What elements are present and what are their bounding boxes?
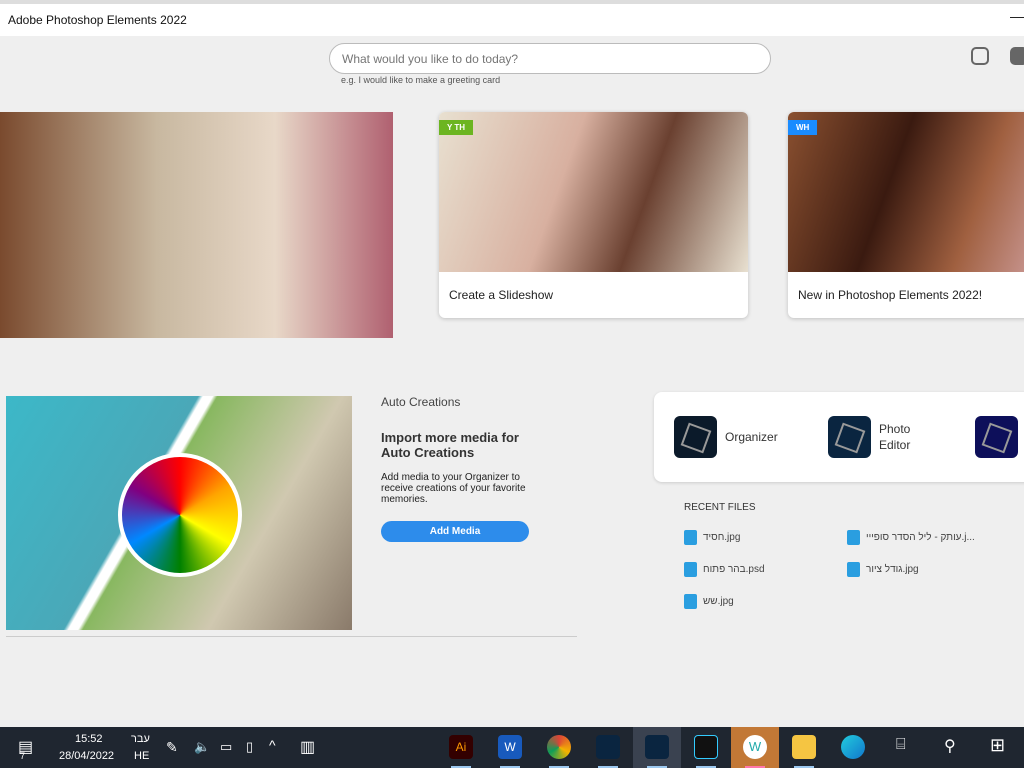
clock-time[interactable]: 15:52 (75, 733, 103, 745)
chevron-up-icon[interactable]: ^ (269, 737, 276, 753)
facebook-icon[interactable] (1010, 47, 1024, 65)
recent-file[interactable]: חסיד.jpg (684, 530, 740, 545)
slideshow-card[interactable]: Y TH Create a Slideshow (439, 112, 748, 318)
webex-icon[interactable] (694, 735, 718, 759)
add-media-button[interactable]: Add Media (381, 521, 529, 542)
task-view-icon[interactable]: ⌸ (896, 736, 906, 754)
chrome-icon[interactable] (547, 735, 571, 759)
recent-file[interactable]: שש.jpg (684, 594, 734, 609)
wix-icon[interactable]: W (743, 735, 767, 759)
organizer-taskbar-icon[interactable] (596, 735, 620, 759)
card-caption: New in Photoshop Elements 2022! (798, 288, 983, 302)
card-badge: WH (788, 120, 818, 135)
auto-heading: Import more media for Auto Creations (381, 430, 519, 460)
app-launcher: Organizer Photo Editor (654, 392, 1024, 482)
title-bar: Adobe Photoshop Elements 2022 — (0, 0, 1024, 36)
file-icon (684, 594, 697, 609)
premiere-elements-icon[interactable] (975, 416, 1018, 458)
search-icon[interactable]: ⚲ (944, 736, 956, 756)
file-explorer-icon[interactable] (792, 735, 816, 759)
photo-editor-taskbar-icon[interactable] (645, 735, 669, 759)
recent-file[interactable]: עותק - ליל הסדר סופייי.j... (847, 530, 975, 545)
file-icon (684, 530, 697, 545)
file-icon (684, 562, 697, 577)
windows-start-icon[interactable]: ⊞ (990, 735, 1005, 756)
search-hint: e.g. I would like to make a greeting car… (341, 75, 501, 85)
umbrella-image (118, 453, 242, 577)
recent-file[interactable]: גודל ציור.jpg (847, 562, 919, 577)
word-icon[interactable]: W (498, 735, 522, 759)
search-input[interactable] (329, 43, 771, 74)
edge-icon[interactable] (841, 735, 865, 759)
organizer-label[interactable]: Organizer (725, 430, 778, 444)
pen-icon[interactable]: ✎ (166, 739, 178, 756)
illustrator-icon[interactable]: Ai (449, 735, 473, 759)
news-icon[interactable]: ▥ (300, 737, 315, 757)
auto-body: Add media to your Organizer to receive c… (381, 472, 526, 505)
photo-editor-icon[interactable] (828, 416, 871, 458)
volume-icon[interactable]: 🔈 (194, 739, 210, 755)
notification-count: 7 (20, 751, 26, 761)
instagram-icon[interactable] (971, 47, 989, 65)
card-badge: Y TH (439, 120, 474, 135)
recent-file[interactable]: בהר פתוח.psd (684, 562, 765, 577)
organizer-icon[interactable] (674, 416, 717, 458)
network-icon[interactable]: ▭ (220, 739, 232, 755)
file-icon (847, 530, 860, 545)
file-icon (847, 562, 860, 577)
language-hebrew[interactable]: עבר (131, 733, 150, 745)
card-caption: Create a Slideshow (449, 288, 554, 302)
recent-files-title: RECENT FILES (684, 502, 756, 513)
language-code[interactable]: HE (134, 750, 149, 762)
divider (6, 636, 577, 637)
minimize-button[interactable]: — (1010, 8, 1024, 24)
meet-icon[interactable]: ▯ (246, 739, 253, 755)
hero-card[interactable] (0, 112, 393, 338)
whats-new-card[interactable]: WH New in Photoshop Elements 2022! (788, 112, 1024, 318)
clock-date[interactable]: 28/04/2022 (59, 750, 114, 762)
photo-editor-label[interactable]: Photo Editor (879, 421, 929, 453)
taskbar: ▤ 7 15:52 28/04/2022 עבר HE ✎ 🔈 ▭ ▯ ^ ▥ … (0, 727, 1024, 768)
auto-creations-title: Auto Creations (381, 395, 461, 409)
window-title: Adobe Photoshop Elements 2022 (8, 13, 187, 27)
